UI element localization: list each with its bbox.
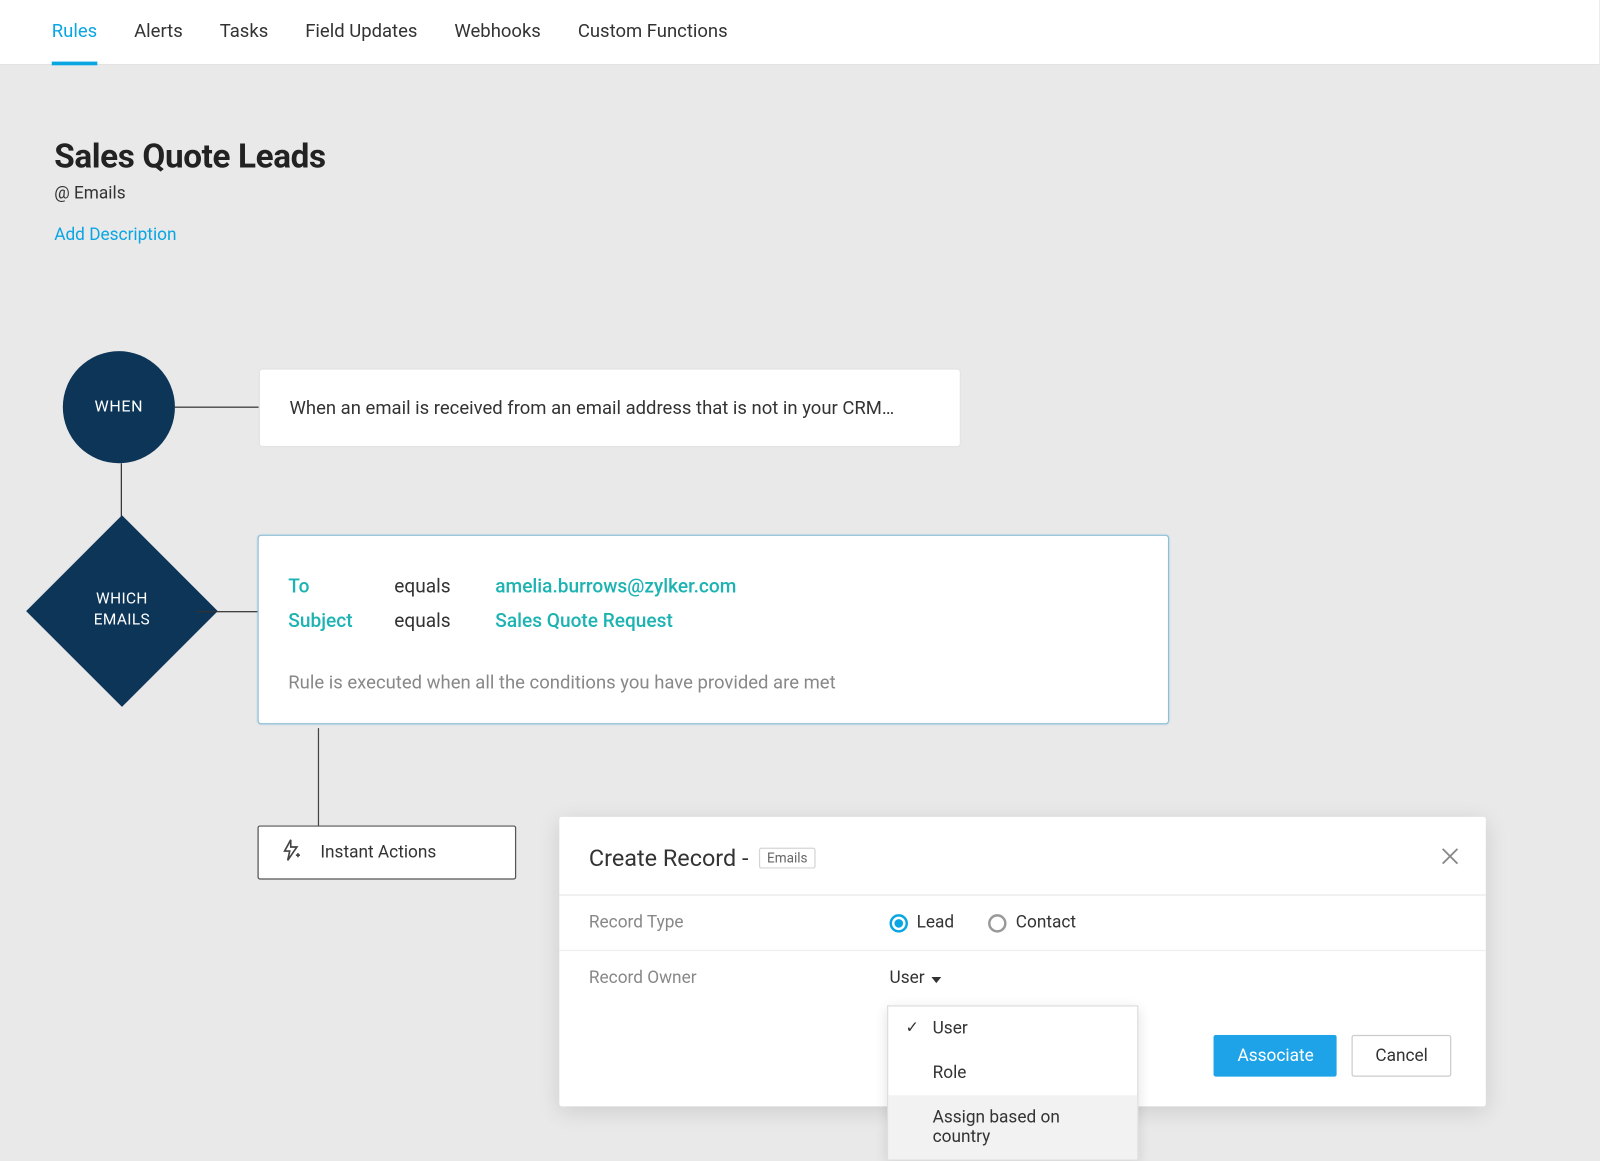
chevron-down-icon [932,976,942,982]
which-emails-node[interactable]: WHICH EMAILS [26,515,218,707]
associate-button[interactable]: Associate [1214,1035,1337,1077]
close-icon[interactable] [1441,846,1458,863]
panel-module-chip: Emails [758,848,816,869]
record-owner-dropdown[interactable]: User [890,968,942,988]
tab-webhooks[interactable]: Webhooks [454,0,540,65]
record-type-lead-radio[interactable]: Lead [890,913,955,933]
when-card[interactable]: When an email is received from an email … [259,368,961,447]
panel-header: Create Record - Emails [559,817,1485,896]
condition-row: To equals amelia.burrows@zylker.com [288,575,1138,597]
panel-title: Create Record - [589,844,749,872]
owner-option-user[interactable]: User [888,1007,1137,1051]
which-emails-label: WHICH EMAILS [94,590,150,632]
record-type-contact-radio[interactable]: Contact [989,913,1076,933]
record-type-label: Record Type [589,913,890,933]
condition-operator: equals [394,575,495,597]
condition-field: Subject [288,610,394,632]
when-card-text: When an email is received from an email … [290,397,895,419]
record-type-radio-group: Lead Contact [890,913,1077,933]
rule-title: Sales Quote Leads [54,137,326,176]
tab-custom-functions[interactable]: Custom Functions [578,0,728,65]
condition-value: Sales Quote Request [495,610,673,632]
condition-operator: equals [394,610,495,632]
condition-note: Rule is executed when all the conditions… [288,671,1138,693]
conditions-card[interactable]: To equals amelia.burrows@zylker.com Subj… [257,535,1169,725]
lightning-icon [278,838,303,868]
condition-row: Subject equals Sales Quote Request [288,610,1138,632]
connector-line [197,611,257,612]
record-owner-row: Record Owner User User Role Assign based… [559,951,1485,1005]
instant-actions-label: Instant Actions [320,843,436,863]
when-node-label: WHEN [95,398,144,416]
record-owner-value: User [890,968,925,988]
rule-module: @ Emails [54,184,326,204]
instant-actions-button[interactable]: Instant Actions [257,825,516,879]
owner-option-assign-country[interactable]: Assign based on country [888,1095,1137,1159]
condition-value: amelia.burrows@zylker.com [495,575,736,597]
tab-tasks[interactable]: Tasks [220,0,269,65]
radio-label: Lead [917,913,955,933]
record-owner-label: Record Owner [589,968,890,988]
tab-rules[interactable]: Rules [52,0,97,65]
top-nav: Rules Alerts Tasks Field Updates Webhook… [0,0,1599,65]
connector-line [175,407,259,408]
condition-field: To [288,575,394,597]
radio-label: Contact [1016,913,1076,933]
radio-icon [989,914,1007,932]
add-description-link[interactable]: Add Description [54,225,176,245]
when-node[interactable]: WHEN [63,351,175,463]
owner-option-role[interactable]: Role [888,1051,1137,1095]
tab-alerts[interactable]: Alerts [134,0,183,65]
radio-icon [890,914,908,932]
cancel-button[interactable]: Cancel [1352,1035,1451,1077]
tab-field-updates[interactable]: Field Updates [305,0,417,65]
record-owner-menu: User Role Assign based on country [887,1005,1138,1160]
rule-header: Sales Quote Leads @ Emails Add Descripti… [54,137,326,245]
create-record-panel: Create Record - Emails Record Type Lead [559,817,1485,1107]
connector-line [318,728,319,829]
record-type-row: Record Type Lead Contact [559,896,1485,951]
